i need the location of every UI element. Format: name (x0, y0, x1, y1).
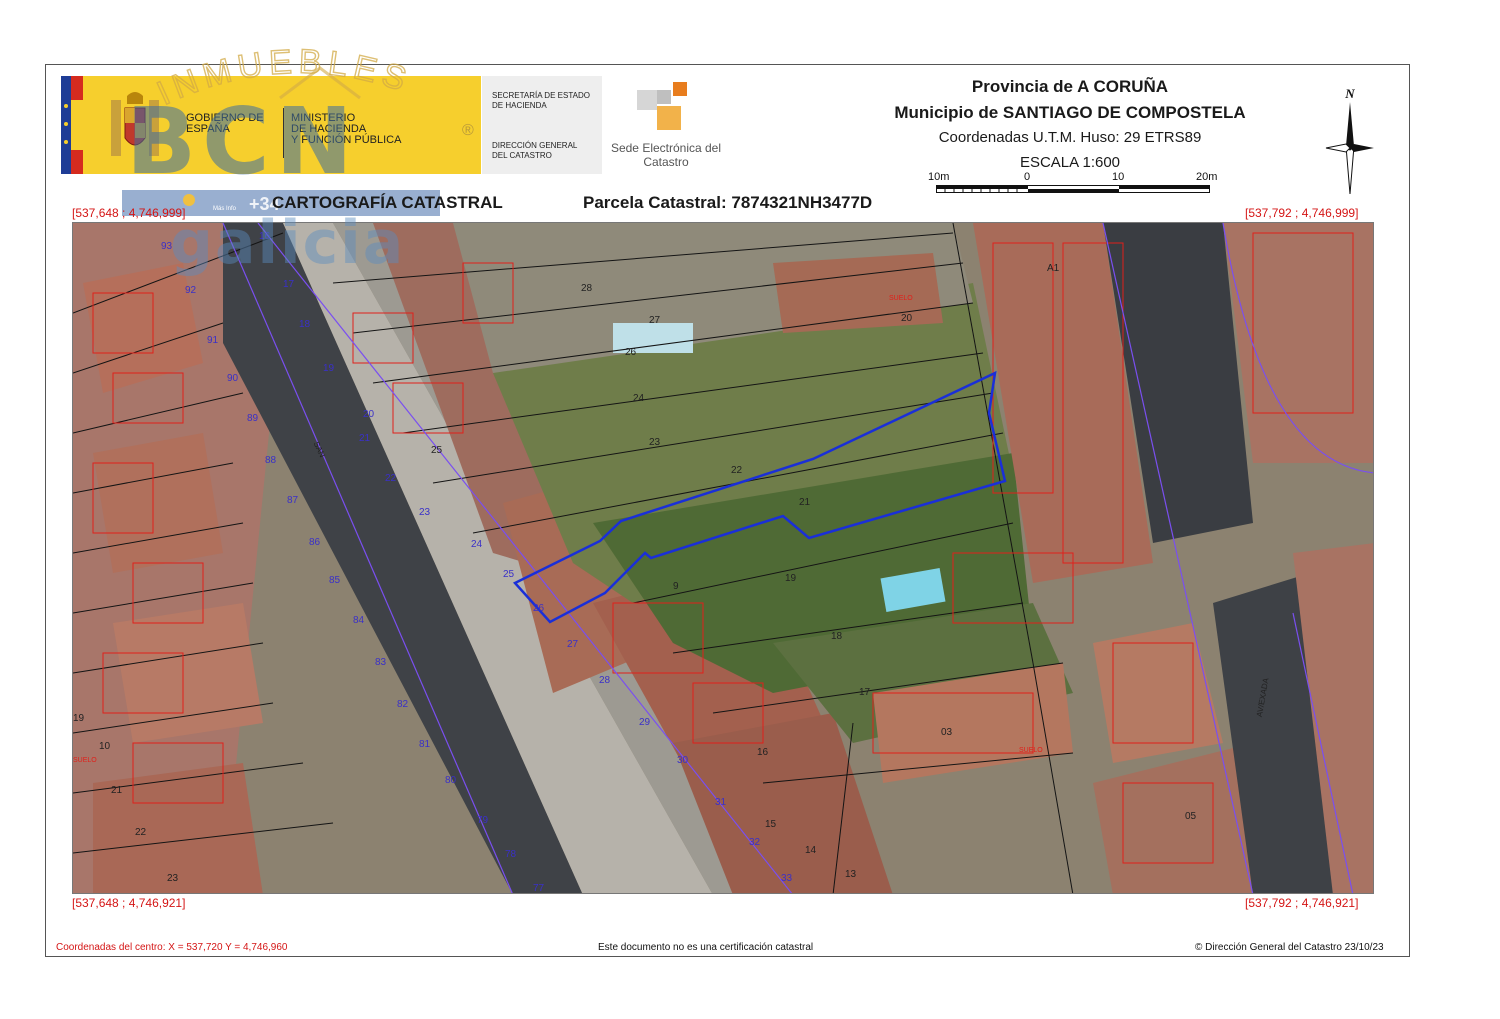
street-number: 81 (419, 739, 431, 750)
parcel-label: 14 (805, 845, 817, 856)
scale-tick-0: 0 (1024, 171, 1031, 183)
parcel-label: 15 (765, 819, 777, 830)
suelo-label: SUELO (73, 757, 97, 764)
parcel-label: 26 (625, 347, 637, 358)
secretaria-label: SECRETARÍA DE ESTADO DE HACIENDA (492, 91, 590, 110)
corner-bottom-right: [537,792 ; 4,746,921] (1245, 896, 1359, 910)
eu-stars-icon (61, 76, 83, 174)
parcel-label: 17 (859, 687, 871, 698)
street-number: 83 (375, 657, 387, 668)
street-number: 31 (715, 797, 727, 808)
parcel-label: 19 (785, 573, 797, 584)
parcel-label: 18 (831, 631, 843, 642)
street-number: 19 (323, 363, 335, 374)
street-number: 27 (567, 639, 579, 650)
street-number: 85 (329, 575, 341, 586)
parcel-label: 9 (673, 581, 679, 592)
svg-text:N: N (1344, 86, 1355, 101)
cadastral-map[interactable]: 93 92 91 90 89 88 87 86 85 84 83 82 81 8… (72, 222, 1374, 894)
street-number: 92 (185, 285, 197, 296)
street-number: 33 (781, 873, 793, 884)
scale-tick-20m: 20m (1196, 171, 1218, 183)
parcel-label: 20 (901, 313, 913, 324)
map-canvas (73, 223, 1373, 893)
street-number: 30 (677, 755, 689, 766)
street-number: 25 (503, 569, 515, 580)
disclaimer: Este documento no es una certificación c… (598, 942, 814, 953)
copyright: © Dirección General del Catastro 23/10/2… (1195, 942, 1384, 953)
suelo-label: SUELO (889, 295, 913, 302)
scale-tick-10: 10 (1112, 171, 1125, 183)
parcel-label: 05 (1185, 811, 1197, 822)
corner-top-right: [537,792 ; 4,746,999] (1245, 206, 1359, 220)
parcel-label: 10 (99, 741, 111, 752)
street-number: 87 (287, 495, 299, 506)
street-number: 20 (363, 409, 375, 420)
parcel-label: 28 (581, 283, 593, 294)
corner-bottom-left: [537,648 ; 4,746,921] (72, 896, 186, 910)
sede-catastro-logo-icon (637, 82, 687, 130)
street-number: 91 (207, 335, 219, 346)
center-coordinates: Coordenadas del centro: X = 537,720 Y = … (56, 942, 288, 953)
watermark-dot-icon (183, 194, 195, 206)
street-number: 82 (397, 699, 409, 710)
parcel-label: 23 (649, 437, 661, 448)
parcel-label: 25 (431, 445, 443, 456)
street-number: 24 (471, 539, 483, 550)
galicia-watermark: galicia (170, 208, 406, 278)
street-number: 86 (309, 537, 321, 548)
municipio-label: Municipio de SANTIAGO DE COMPOSTELA (894, 103, 1246, 122)
street-number: 77 (533, 883, 545, 894)
parcel-label: 24 (633, 393, 645, 404)
registered-mark: ® (462, 122, 474, 139)
north-arrow-icon: N (1325, 86, 1374, 195)
street-number: 89 (247, 413, 259, 424)
suelo-label: SUELO (1019, 747, 1043, 754)
street-number: 78 (505, 849, 517, 860)
street-number: 32 (749, 837, 761, 848)
corner-top-left: [537,648 ; 4,746,999] (72, 206, 186, 220)
parcel-label: 16 (757, 747, 769, 758)
street-number: 17 (283, 279, 295, 290)
parcel-label: 03 (941, 727, 953, 738)
street-number: 28 (599, 675, 611, 686)
street-number: 21 (359, 433, 371, 444)
parcel-label: 22 (731, 465, 743, 476)
parcel-label: 13 (845, 869, 857, 880)
parcel-label: 19 (73, 713, 85, 724)
street-number: 23 (419, 507, 431, 518)
parcela-id: Parcela Catastral: 7874321NH3477D (583, 193, 873, 212)
scale-tick-10m: 10m (928, 171, 950, 183)
provincia-label: Provincia de A CORUÑA (971, 77, 1169, 96)
street-number: 90 (227, 373, 239, 384)
street-number: 26 (533, 603, 545, 614)
direccion-label: DIRECCIÓN GENERAL DEL CATASTRO (492, 141, 578, 160)
sede-label: Sede Electrónica del Catastro (610, 141, 722, 169)
parcel-label: A1 (1047, 263, 1060, 274)
parcel-label: 22 (135, 827, 147, 838)
street-number: 29 (639, 717, 651, 728)
scale-bar (936, 185, 1210, 193)
street-number: 22 (385, 473, 397, 484)
street-number: 84 (353, 615, 365, 626)
street-number: 18 (299, 319, 311, 330)
street-number: 79 (477, 815, 489, 826)
parcel-label: 21 (111, 785, 123, 796)
parcel-label: 21 (799, 497, 811, 508)
parcel-label: 23 (167, 873, 179, 884)
street-number: 80 (445, 775, 457, 786)
parcel-label: 27 (649, 315, 661, 326)
scale-label: ESCALA 1:600 (1019, 154, 1121, 171)
street-number: 88 (265, 455, 277, 466)
bcn-watermark: BCN (126, 88, 359, 195)
coordinates-system-label: Coordenadas U.T.M. Huso: 29 ETRS89 (938, 129, 1202, 146)
